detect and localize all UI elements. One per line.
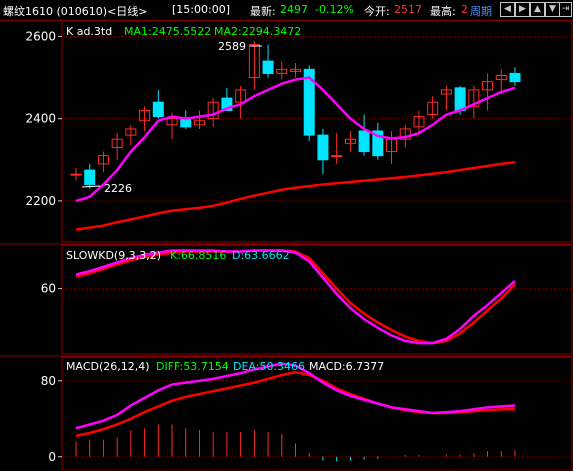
quote-header: 螺纹1610 (010610)<日线> [15:00:00] 最新: 2497 … [0, 0, 573, 21]
low-annotation-pointer [81, 185, 101, 188]
candle-body [509, 72, 521, 83]
candle-body [358, 130, 370, 153]
arrow-right-icon[interactable]: ▶ [515, 2, 530, 17]
candle-body [84, 169, 96, 185]
low-annotation: 2226 [104, 182, 132, 195]
high-value: 2 [461, 3, 468, 16]
macd-title: MACD(26,12,4) [66, 360, 150, 373]
k-label: K:66.8516 [170, 249, 227, 262]
y-tick-label-kd: 60 [41, 282, 56, 296]
kline-title: K ad.3td [66, 25, 113, 38]
exit-icon[interactable]: ⇥ [559, 2, 572, 17]
arrow-up-icon[interactable]: ▲ [530, 2, 545, 17]
y-tick-label-kline: 2400 [25, 112, 56, 126]
arrow-down-icon[interactable]: ▼ [545, 2, 560, 17]
symbol-title: 螺纹1610 (010610)<日线> [3, 5, 148, 18]
open-value: 2517 [394, 3, 422, 16]
high-annotation: 2589 [218, 40, 246, 53]
candle-body [454, 87, 466, 111]
high-label: 最高: [430, 5, 456, 18]
k-line [75, 249, 516, 345]
candle-body [262, 60, 274, 74]
y-tick-label-macd: 80 [41, 374, 56, 388]
y-tick-label-kline: 2200 [25, 194, 56, 208]
dea-label: DEA:50.3466 [233, 360, 305, 373]
change-value: -0.12% [315, 3, 354, 16]
candle-body [317, 134, 329, 161]
d-label: D:63.6662 [232, 249, 290, 262]
y-tick-label-macd: 0 [48, 450, 56, 464]
panel-1-frame [61, 20, 573, 243]
chart-area: 2200 2400 2600 60 0 80 [0, 20, 573, 471]
latest-value: 2497 [280, 3, 308, 16]
ma1-label: MA1:2475.5522 [124, 25, 212, 38]
open-label: 今开: [364, 5, 390, 18]
period-button[interactable]: 周期 [470, 3, 492, 19]
latest-label: 最新: [250, 5, 276, 18]
kd-title: SLOWKD(9,3,3,2) [66, 249, 162, 262]
dea-line [75, 370, 515, 438]
arrow-left-icon[interactable]: ◀ [500, 2, 515, 17]
ma2-label: MA2:2294.3472 [214, 25, 302, 38]
d-line [75, 249, 516, 345]
candle-body [331, 155, 343, 158]
candle-body [152, 101, 164, 118]
ma1-line [75, 76, 516, 203]
diff-label: DIFF:53.7154 [156, 360, 229, 373]
candle-body [70, 173, 82, 176]
y-tick-label-kline: 2600 [25, 29, 56, 43]
macd-label: MACD:6.7377 [309, 360, 385, 373]
ma2-line [75, 161, 516, 231]
time-label: [15:00:00] [172, 3, 230, 16]
